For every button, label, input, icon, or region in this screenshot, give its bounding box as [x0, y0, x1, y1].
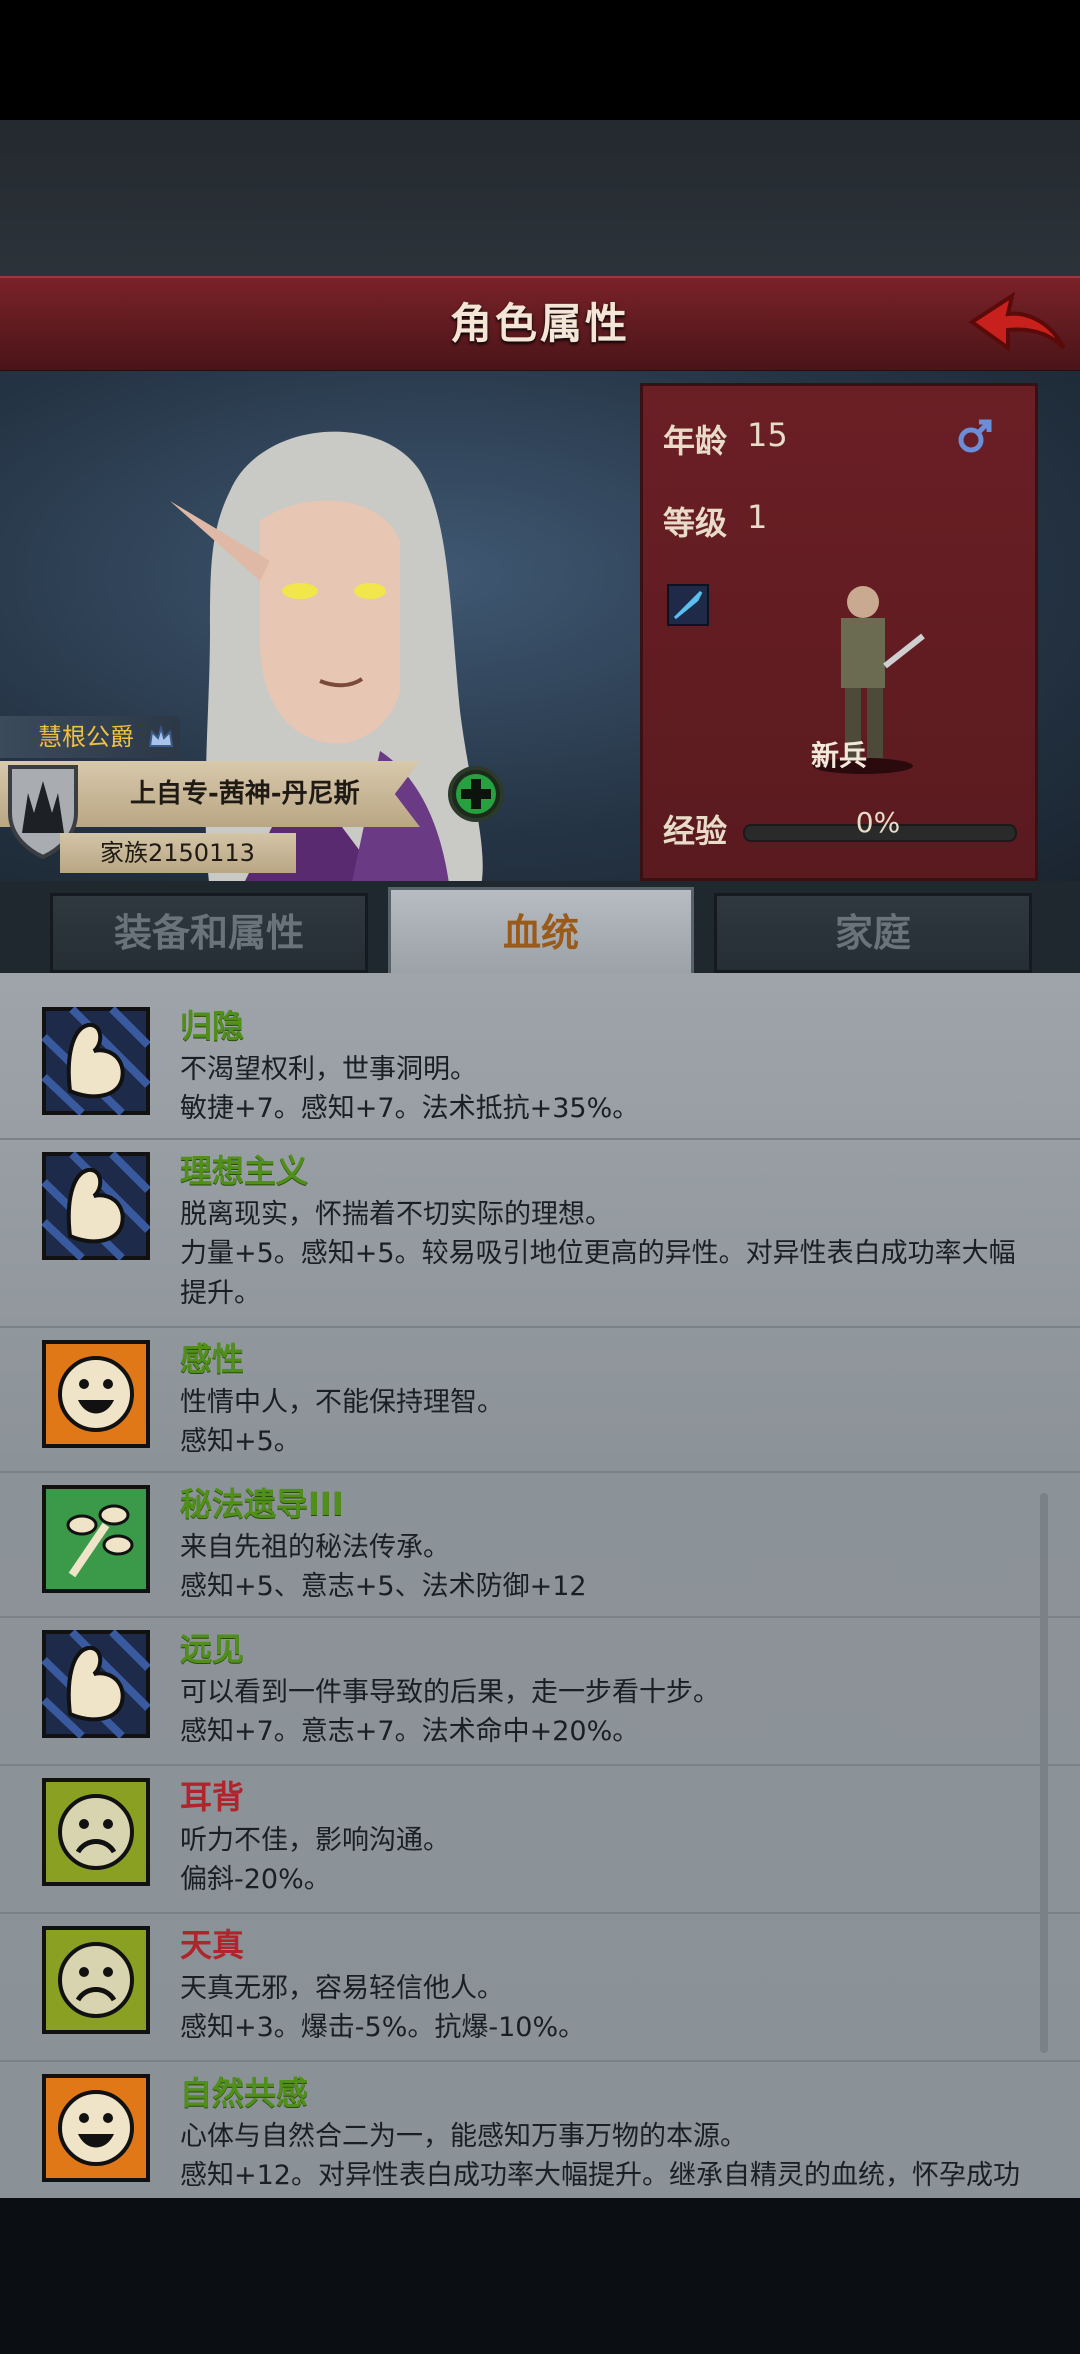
branch-icon [42, 1485, 150, 1593]
trait-description: 心体与自然合二为一，能感知万事万物的本源。 [180, 2121, 747, 2152]
arm-strength-icon [41, 1151, 151, 1261]
age-value: 15 [747, 416, 788, 454]
trait-effect: 感知+12。对异性表白成功率大幅提升。继承自精灵的血统，怀孕成功 [180, 2160, 1020, 2191]
tab-bar: 装备和属性 血统 家庭 [0, 881, 1080, 976]
sad-face-icon [42, 1778, 150, 1886]
trait-row[interactable]: 秘法遗导III 来自先祖的秘法传承。感知+5、意志+5、法术防御+12 [0, 1471, 1080, 1618]
stats-panel: 年龄 15 等级 1 新兵 经验 0% [640, 383, 1038, 881]
trait-description: 天真无邪，容易轻信他人。 [180, 1973, 504, 2004]
add-plus-icon[interactable] [446, 764, 506, 824]
top-band [0, 120, 1080, 280]
trait-row[interactable]: 远见可以看到一件事导致的后果，走一步看十步。 感知+7。意志+7。法术命中+20%… [0, 1616, 1080, 1766]
trait-row[interactable]: 理想主义脱离现实，怀揣着不切实际的理想。力量+5。感知+5。较易吸引地位更高的异… [0, 1138, 1080, 1328]
class-name: 新兵 [810, 739, 867, 772]
trait-effect: 敏捷+7。感知+7。法术抵抗+35%。 [180, 1093, 640, 1124]
title-bar: 角色属性 [0, 276, 1080, 373]
trait-name: 耳背 [180, 1778, 245, 1816]
character-hero: 慧根公爵 上自专-茜神-丹尼斯 家族2150113 年龄 15 等级 1 新兵 … [0, 371, 1080, 881]
crown-icon [148, 724, 174, 747]
trait-list: 归隐不渴望权利，世事洞明。敏捷+7。感知+7。法术抵抗+35%。理想主义脱离现实… [0, 973, 1080, 2198]
exp-value: 0% [855, 806, 901, 839]
arm-strength-icon [41, 1629, 151, 1739]
trait-row[interactable]: 自然共感心体与自然合二为一，能感知万事万物的本源。感知+12。对异性表白成功率大… [0, 2060, 1080, 2198]
trait-row[interactable]: 天真天真无邪，容易轻信他人。感知+3。爆击-5%。抗爆-10%。 [0, 1912, 1080, 2062]
trait-description: 不渴望权利，世事洞明。 [180, 1054, 477, 1085]
happy-face-icon [42, 1340, 150, 1448]
status-bar [0, 0, 1080, 120]
trait-row[interactable]: 归隐不渴望权利，世事洞明。敏捷+7。感知+7。法术抵抗+35%。 [0, 993, 1080, 1140]
tab-family[interactable]: 家庭 [714, 893, 1032, 973]
happy-face-icon [42, 2074, 150, 2182]
bottom-band [0, 2198, 1080, 2354]
arm-strength-icon [41, 1006, 151, 1116]
trait-name: 天真 [180, 1926, 245, 1964]
trait-description: 性情中人，不能保持理智。 [180, 1387, 504, 1418]
trait-effect: 感知+5。 [180, 1426, 301, 1457]
trait-effect: 感知+5、意志+5、法术防御+12 [180, 1571, 587, 1602]
trait-effect: 偏斜-20%。 [180, 1864, 331, 1895]
trait-name: 归隐 [180, 1007, 245, 1045]
sad-face-icon [42, 1926, 150, 2034]
page-title: 角色属性 [449, 299, 630, 348]
trait-effect: 感知+3。爆击-5%。抗爆-10%。 [180, 2012, 586, 2043]
trait-effect: 力量+5。感知+5。较易吸引地位更高的异性。对异性表白成功率大幅提升。 [180, 1238, 1016, 1309]
trait-name: 自然共感 [180, 2074, 309, 2112]
trait-row[interactable]: 耳背听力不佳，影响沟通。 偏斜-20%。 [0, 1764, 1080, 1914]
male-icon [958, 419, 992, 453]
level-value: 1 [747, 498, 768, 536]
trait-name: 远见 [180, 1630, 245, 1668]
tab-equipment[interactable]: 装备和属性 [50, 893, 368, 973]
level-label: 等级 [663, 504, 728, 542]
trait-effect: 感知+7。意志+7。法术命中+20%。 [180, 1716, 640, 1747]
trait-name: 感性 [180, 1340, 245, 1378]
family-plate: 家族2150113 [60, 833, 296, 873]
trait-description: 脱离现实，怀揣着不切实际的理想。 [180, 1199, 612, 1230]
rank-text: 慧根公爵 [38, 723, 134, 751]
trait-description: 可以看到一件事导致的后果，走一步看十步。 [180, 1677, 720, 1708]
rank-label: 慧根公爵 [0, 716, 180, 758]
trait-description: 听力不佳，影响沟通。 [180, 1825, 450, 1856]
age-label: 年龄 [663, 422, 728, 460]
family-id: 家族2150113 [100, 839, 255, 867]
tab-bloodline[interactable]: 血统 [388, 887, 694, 976]
trait-description: 来自先祖的秘法传承。 [180, 1532, 450, 1563]
trait-name: 理想主义 [180, 1152, 309, 1190]
weapon-type-icon [667, 584, 709, 626]
back-arrow-icon[interactable] [968, 288, 1068, 360]
character-name: 上自专-茜神-丹尼斯 [130, 779, 360, 809]
trait-name: 秘法遗导III [180, 1485, 344, 1523]
trait-row[interactable]: 感性性情中人，不能保持理智。 感知+5。 [0, 1326, 1080, 1473]
